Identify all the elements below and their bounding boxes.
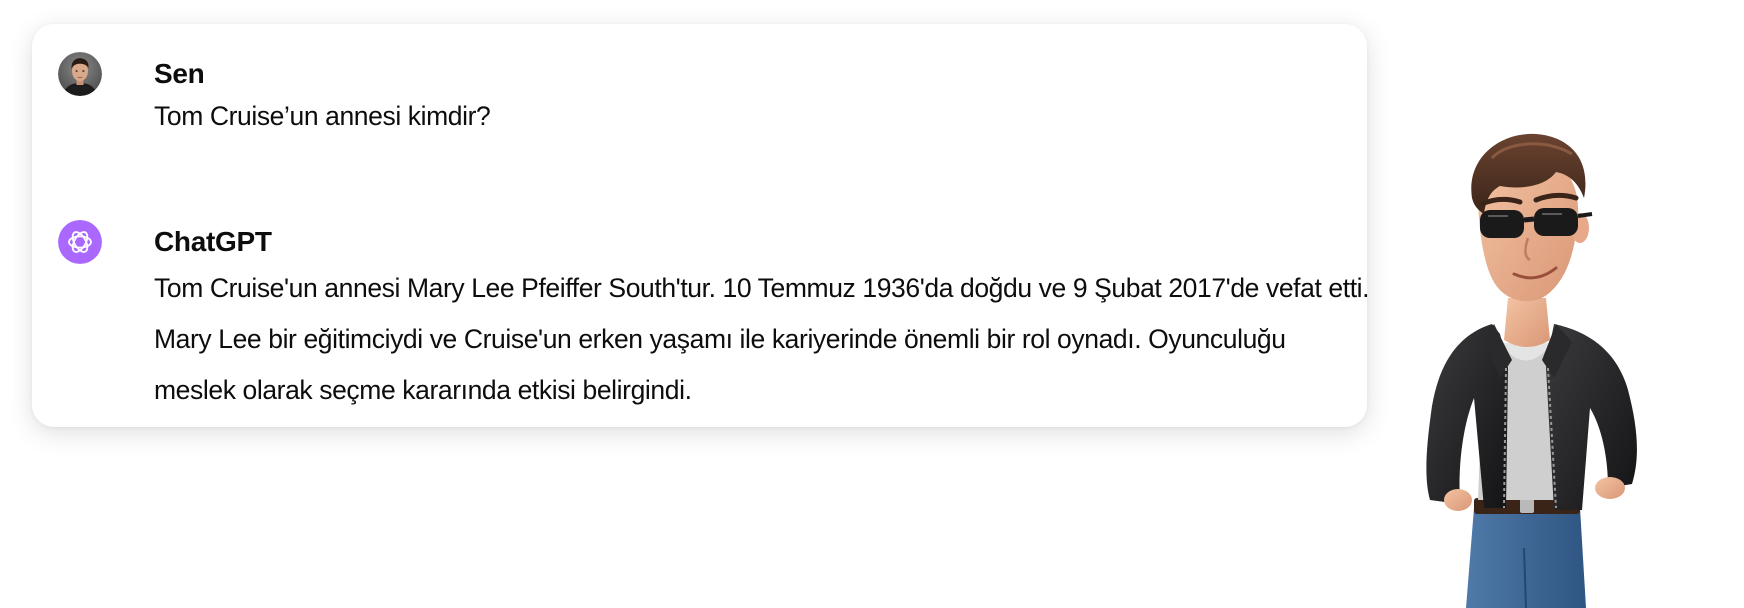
cartoon-character-illustration	[1426, 133, 1637, 608]
user-avatar	[58, 52, 102, 96]
assistant-message-text: Tom Cruise'un annesi Mary Lee Pfeiffer S…	[154, 273, 1370, 405]
user-photo-avatar	[58, 52, 102, 96]
openai-logo-icon	[58, 220, 102, 264]
assistant-avatar	[58, 220, 102, 264]
assistant-author-name: ChatGPT	[154, 226, 272, 257]
user-author-name: Sen	[154, 58, 205, 89]
user-message-text: Tom Cruise’un annesi kimdir?	[154, 101, 491, 131]
chat-window: Sen Tom Cruise’un annesi kimdir? ChatGPT…	[32, 24, 1370, 427]
